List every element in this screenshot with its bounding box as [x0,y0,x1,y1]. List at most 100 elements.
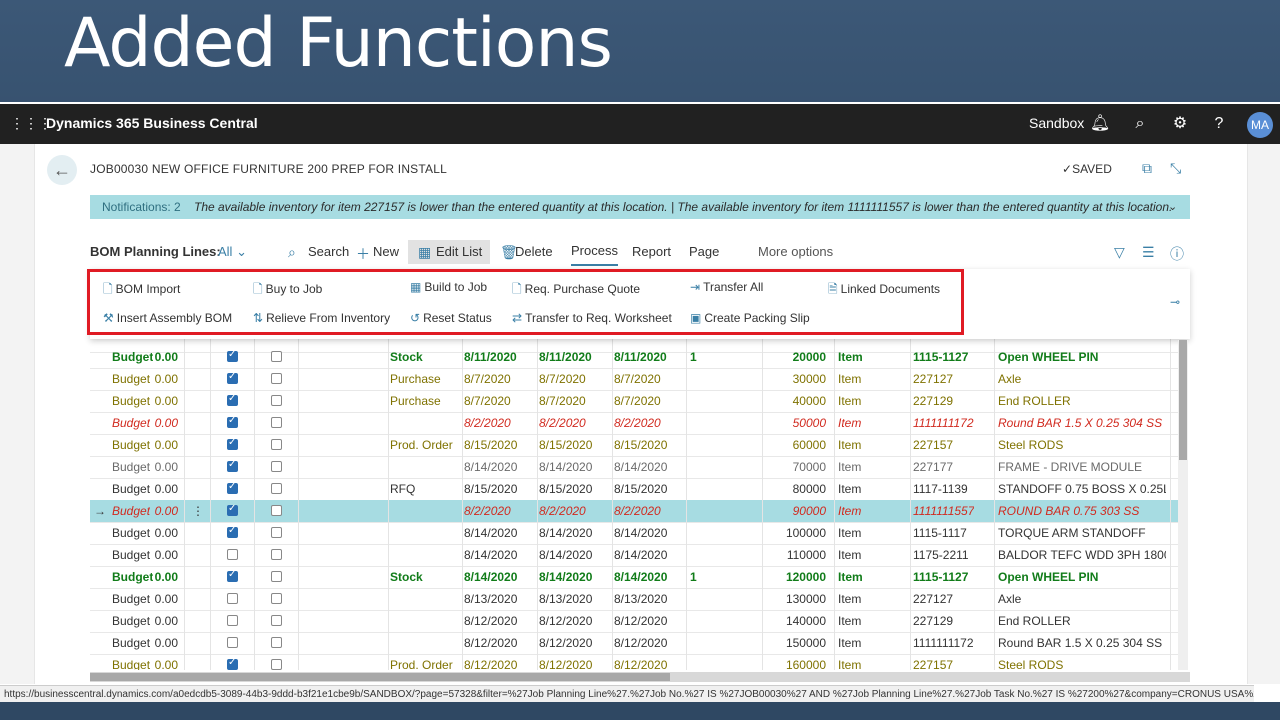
d3-cell: 8/15/2020 [614,482,668,496]
page-tab[interactable]: Page [689,240,719,264]
collapse-icon[interactable]: ⤡ [1170,160,1181,177]
checkbox[interactable] [227,393,238,406]
checkbox[interactable] [227,459,238,472]
kind-cell: Item [838,482,862,496]
help-icon[interactable]: ? [1207,112,1231,136]
vertical-scrollbar[interactable] [1178,340,1188,670]
row-menu-icon[interactable]: ⋮ [192,500,204,522]
src-cell: Stock [390,570,423,584]
checkbox[interactable] [271,417,282,428]
desc-cell: Axle [998,592,1022,606]
search-icon[interactable]: ⌕ [288,244,296,261]
back-arrow-icon[interactable]: ← [47,155,77,185]
checkbox[interactable] [227,593,238,604]
checkbox[interactable] [227,503,238,516]
d2-cell: 8/14/2020 [539,526,593,540]
qty-cell: 0.00 [154,504,178,518]
checkbox[interactable] [271,593,282,604]
no-cell: 227127 [913,372,954,386]
report-tab[interactable]: Report [632,240,671,264]
kind-cell: Item [838,460,862,474]
no-cell: 227129 [913,614,954,628]
line-cell: 90000 [792,504,826,518]
chevron-down-icon[interactable]: ⌄ [1168,195,1177,219]
filter-icon[interactable]: ▽ [1114,244,1125,261]
checkbox[interactable] [227,637,238,648]
no-cell: 227177 [913,460,954,474]
d1-cell: 8/14/2020 [464,526,518,540]
checkbox[interactable] [271,549,282,560]
new-button[interactable]: New [373,240,399,264]
process-tab[interactable]: Process [571,240,618,266]
lvl-cell: 1 [690,570,697,584]
horizontal-scrollbar[interactable] [90,672,1190,682]
desc-cell: STANDOFF 0.75 BOSS X 0.25L 3... [998,482,1166,496]
d2-cell: 8/13/2020 [539,592,593,606]
kind-cell: Item [838,372,862,386]
checkbox[interactable] [227,371,238,384]
scroll-thumb[interactable] [90,673,670,681]
no-cell: 227127 [913,592,954,606]
pin-icon[interactable]: ⊸ [1170,295,1180,309]
no-cell: 227157 [913,658,954,670]
kind-cell: Item [838,570,863,584]
notification-count[interactable]: Notifications: 2 [102,195,181,219]
desc-cell: Open WHEEL PIN [998,350,1099,364]
open-new-window-icon[interactable]: ⧉ [1142,160,1152,177]
checkbox[interactable] [271,373,282,384]
checkbox[interactable] [227,415,238,428]
qty-cell: 0.00 [154,438,178,452]
filter-dropdown[interactable]: All ⌄ [218,240,247,264]
no-cell: 1115-1117 [913,526,967,540]
d1-cell: 8/2/2020 [464,416,511,430]
checkbox[interactable] [271,659,282,670]
d1-cell: 8/15/2020 [464,482,518,496]
more-options-button[interactable]: More options [758,240,833,264]
checkbox[interactable] [227,549,238,560]
checkbox[interactable] [227,657,238,670]
checkbox[interactable] [227,615,238,626]
qty-cell: 0.00 [154,394,178,408]
delete-button[interactable]: Delete [515,240,553,264]
app-launcher-icon[interactable]: ⋮⋮⋮ [10,114,52,132]
kind-cell: Item [838,438,862,452]
search-button[interactable]: Search [308,240,349,264]
column-divider [834,330,835,670]
d1-cell: 8/12/2020 [464,658,518,670]
trash-icon[interactable]: 🗑︎ [500,244,518,261]
plus-icon[interactable]: ＋ [356,244,370,264]
d2-cell: 8/7/2020 [539,394,586,408]
checkbox[interactable] [227,481,238,494]
environment-name[interactable]: Sandbox [1029,115,1084,131]
d2-cell: 8/14/2020 [539,548,593,562]
gear-icon[interactable]: ⚙ [1168,112,1192,136]
checkbox[interactable] [227,525,238,538]
checkbox[interactable] [271,571,282,582]
search-icon[interactable]: ⌕ [1128,112,1152,136]
checkbox[interactable] [271,505,282,516]
d2-cell: 8/14/2020 [539,570,593,584]
checkbox[interactable] [271,461,282,472]
scroll-thumb[interactable] [1179,340,1187,460]
left-gutter [0,144,34,684]
checkbox[interactable] [271,483,282,494]
d3-cell: 8/14/2020 [614,526,668,540]
avatar[interactable]: MA [1247,112,1273,138]
column-divider [612,330,613,670]
bell-icon[interactable]: 🔔︎ [1088,112,1112,136]
edit-list-icon[interactable]: ▦ [418,244,431,261]
checkbox[interactable] [271,395,282,406]
list-view-icon[interactable]: ☰ [1142,244,1155,261]
checkbox[interactable] [227,569,238,582]
app-name[interactable]: Dynamics 365 Business Central [46,115,258,131]
checkbox[interactable] [227,437,238,450]
checkbox[interactable] [271,527,282,538]
checkbox[interactable] [227,349,238,362]
info-icon[interactable]: ⓘ [1170,244,1184,264]
checkbox[interactable] [271,351,282,362]
checkbox[interactable] [271,615,282,626]
qty-cell: 0.00 [154,658,178,670]
qty-cell: 0.00 [154,636,178,650]
checkbox[interactable] [271,637,282,648]
checkbox[interactable] [271,439,282,450]
